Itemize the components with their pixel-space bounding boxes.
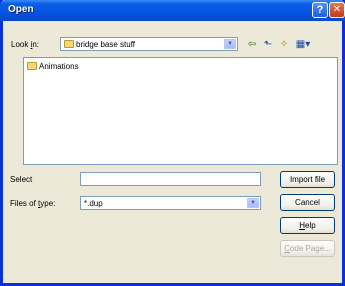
window-title: Open <box>8 4 34 15</box>
lookin-dropdown[interactable]: bridge base stuff ▼ <box>60 37 238 51</box>
cancel-button[interactable]: Cancel <box>280 194 335 211</box>
list-item[interactable]: Animations <box>27 62 79 71</box>
filetype-label: Files of type: <box>10 199 56 208</box>
title-bar[interactable]: Open ? ✕ <box>0 0 345 21</box>
file-list[interactable]: Animations <box>23 57 338 165</box>
code-page-button[interactable]: Code Page... <box>280 240 335 257</box>
file-name: Animations <box>39 62 79 71</box>
chevron-down-icon[interactable]: ▼ <box>224 39 236 49</box>
lookin-label: Look in: <box>11 40 40 49</box>
new-folder-icon[interactable]: ✧ <box>277 39 291 51</box>
close-icon[interactable]: ✕ <box>329 2 345 18</box>
up-folder-icon[interactable]: ⬑ <box>261 39 275 51</box>
filetype-dropdown[interactable]: *.dup ▼ <box>80 196 261 210</box>
select-label: Select <box>10 175 33 184</box>
select-input[interactable] <box>80 172 261 186</box>
chevron-down-icon[interactable]: ▼ <box>247 198 259 208</box>
back-icon[interactable]: ⇦ <box>245 39 259 51</box>
view-menu-icon[interactable]: ▦▾ <box>293 39 313 51</box>
folder-icon <box>27 62 37 70</box>
filetype-value: *.dup <box>84 199 103 208</box>
import-file-button[interactable]: Import file <box>280 171 335 188</box>
folder-icon <box>64 40 74 48</box>
help-button[interactable]: Help <box>280 217 335 234</box>
lookin-value: bridge base stuff <box>76 40 136 49</box>
help-icon[interactable]: ? <box>312 2 328 18</box>
open-dialog: Open ? ✕ Look in: bridge base stuff ▼ ⇦ … <box>0 0 345 286</box>
